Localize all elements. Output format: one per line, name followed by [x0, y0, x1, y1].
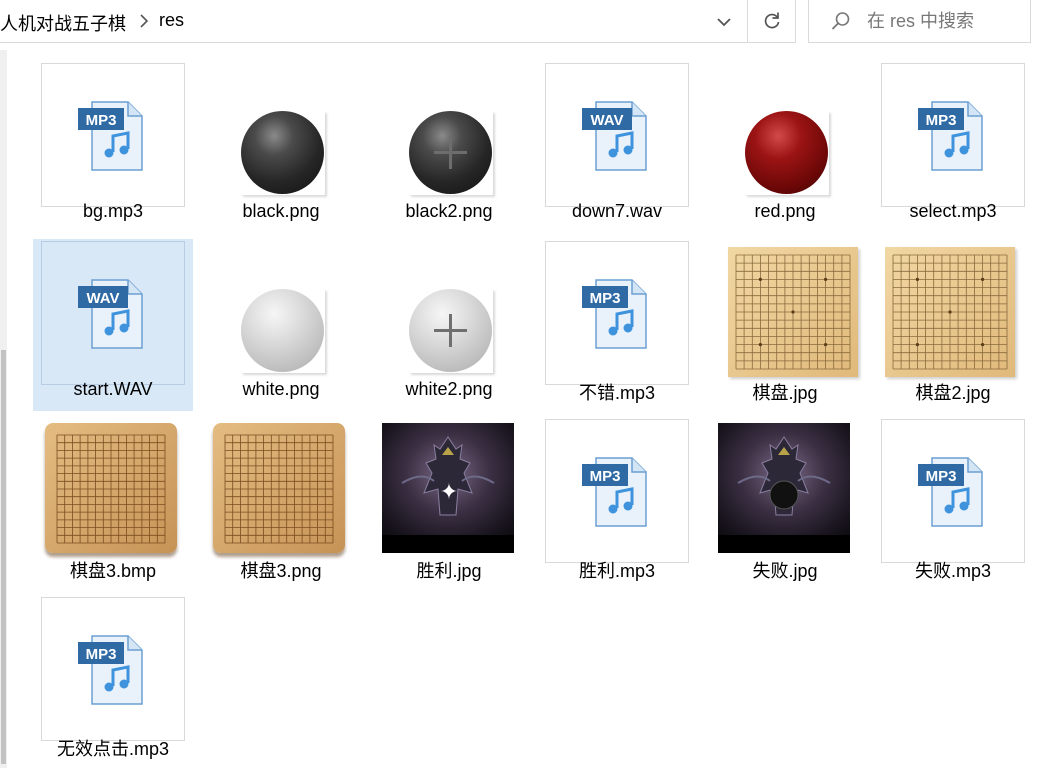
red-stone-image	[745, 111, 828, 194]
defeat-image-thumbnail	[718, 423, 850, 553]
svg-text:MP3: MP3	[86, 112, 117, 129]
file-name: black.png	[242, 201, 320, 221]
go-board-thumbnail	[728, 247, 858, 377]
wooden-board-thumbnail	[45, 423, 177, 553]
file-name: 无效点击.mp3	[56, 739, 170, 759]
file-item[interactable]: MP3 失败.mp3	[873, 417, 1033, 589]
black-stone-image	[409, 111, 492, 194]
thumbnail-frame: MP3	[41, 63, 185, 207]
file-name: black2.png	[405, 201, 493, 221]
file-name: bg.mp3	[82, 201, 144, 221]
svg-text:MP3: MP3	[926, 468, 957, 485]
white-stone-thumbnail	[241, 289, 325, 373]
warrior-figure	[737, 436, 831, 516]
file-name: start.WAV	[73, 379, 153, 399]
svg-text:MP3: MP3	[926, 112, 957, 129]
thumbnail-frame: MP3	[545, 241, 689, 385]
file-name: 不错.mp3	[578, 383, 656, 403]
file-item[interactable]: MP3 无效点击.mp3	[33, 595, 193, 768]
red-stone-thumbnail	[745, 111, 829, 195]
file-item[interactable]: white2.png	[369, 239, 529, 411]
wav-file-icon: WAV	[582, 101, 647, 171]
thumbnail-frame: MP3	[881, 63, 1025, 207]
black-stone-thumbnail	[241, 111, 325, 195]
file-name: 棋盘.jpg	[752, 383, 818, 403]
svg-text:WAV: WAV	[86, 290, 119, 307]
file-item[interactable]: white.png	[201, 239, 361, 411]
file-item-selected[interactable]: WAV start.WAV	[33, 239, 193, 411]
file-item[interactable]: WAV down7.wav	[537, 61, 697, 233]
file-grid: MP3 bg.mp3 black.png black2.png WAV down…	[0, 0, 1043, 768]
victory-glyph-icon: ✦	[439, 480, 459, 505]
file-name: white2.png	[405, 379, 493, 399]
thumbnail-frame: MP3	[41, 597, 185, 741]
mp3-file-icon: MP3	[78, 635, 143, 705]
file-item[interactable]: 棋盘3.bmp	[33, 417, 193, 589]
mp3-file-icon: MP3	[918, 101, 983, 171]
svg-text:MP3: MP3	[86, 646, 117, 663]
mp3-file-icon: MP3	[582, 279, 647, 349]
thumbnail-frame: WAV	[41, 241, 185, 385]
board-grid	[735, 254, 851, 370]
black-stone-plus-thumbnail	[409, 111, 493, 195]
svg-text:MP3: MP3	[590, 468, 621, 485]
file-item[interactable]: 棋盘.jpg	[705, 239, 865, 411]
file-name: 失败.mp3	[914, 561, 992, 581]
white-stone-image	[241, 289, 324, 372]
svg-text:WAV: WAV	[590, 112, 623, 129]
file-name: 胜利.mp3	[578, 561, 656, 581]
file-item[interactable]: 失败.jpg	[705, 417, 865, 589]
file-item[interactable]: red.png	[705, 61, 865, 233]
plus-icon	[434, 314, 467, 347]
mp3-file-icon: MP3	[918, 457, 983, 527]
file-name: 棋盘2.jpg	[915, 383, 991, 403]
file-name: white.png	[242, 379, 320, 399]
file-name: red.png	[754, 201, 816, 221]
white-stone-plus-thumbnail	[409, 289, 493, 373]
thumbnail-frame: MP3	[881, 419, 1025, 563]
thumbnail-frame: MP3	[545, 419, 689, 563]
board-grid	[224, 434, 334, 544]
white-stone-image	[409, 289, 492, 372]
file-name: down7.wav	[571, 201, 663, 221]
board-grid	[892, 254, 1008, 370]
file-item[interactable]: MP3 select.mp3	[873, 61, 1033, 233]
thumbnail-frame: WAV	[545, 63, 689, 207]
file-item[interactable]: MP3 bg.mp3	[33, 61, 193, 233]
file-name: select.mp3	[909, 201, 997, 221]
svg-text:MP3: MP3	[590, 290, 621, 307]
wooden-board-thumbnail	[213, 423, 345, 553]
file-item[interactable]: ✦ 胜利.jpg	[369, 417, 529, 589]
black-stone-image	[241, 111, 324, 194]
file-item[interactable]: black.png	[201, 61, 361, 233]
file-item[interactable]: MP3 胜利.mp3	[537, 417, 697, 589]
file-item[interactable]: 棋盘2.jpg	[873, 239, 1033, 411]
wav-file-icon: WAV	[78, 279, 143, 349]
mp3-file-icon: MP3	[582, 457, 647, 527]
mp3-file-icon: MP3	[78, 101, 143, 171]
board-grid	[56, 434, 166, 544]
file-item[interactable]: black2.png	[369, 61, 529, 233]
go-board-thumbnail	[885, 247, 1015, 377]
file-name: 失败.jpg	[752, 561, 818, 581]
file-name: 棋盘3.png	[240, 561, 322, 581]
file-name: 胜利.jpg	[416, 561, 482, 581]
file-item[interactable]: MP3 不错.mp3	[537, 239, 697, 411]
file-item[interactable]: 棋盘3.png	[201, 417, 361, 589]
plus-icon	[434, 136, 467, 169]
file-name: 棋盘3.bmp	[69, 561, 157, 581]
victory-image-thumbnail: ✦	[382, 423, 514, 553]
